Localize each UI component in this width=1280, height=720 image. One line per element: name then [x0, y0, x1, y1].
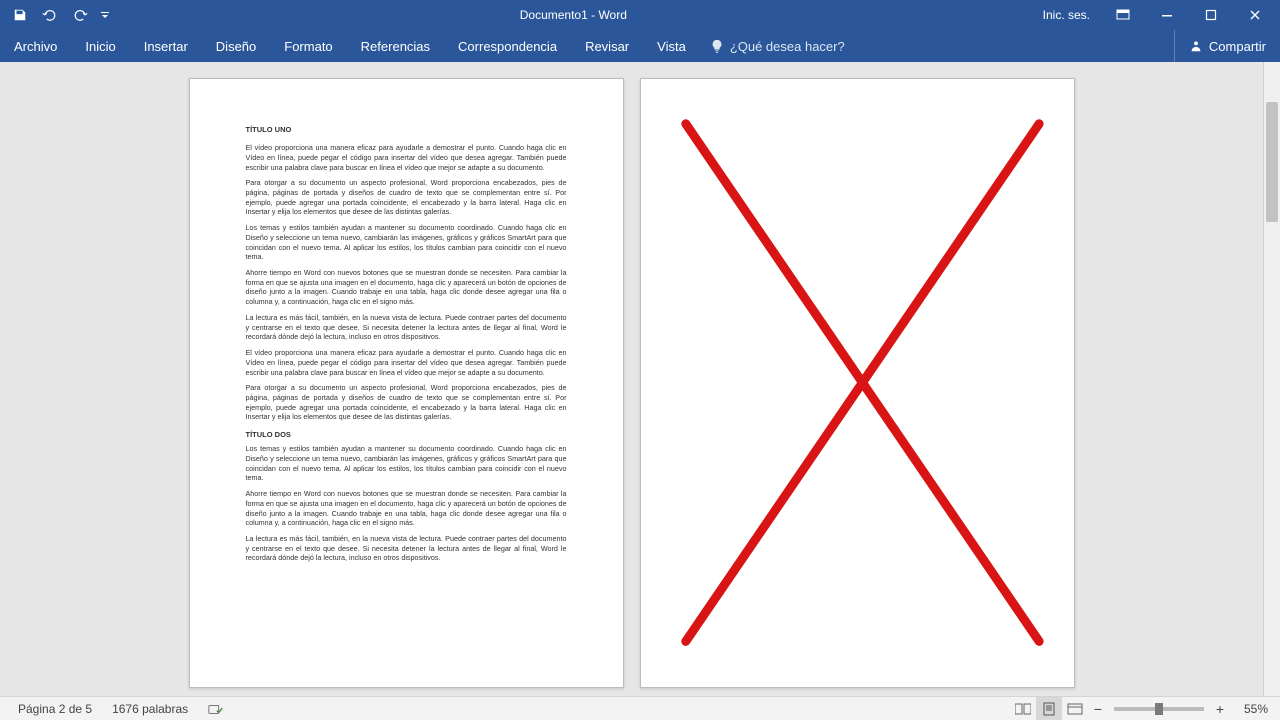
paragraph: Los temas y estilos también ayudan a man… — [246, 444, 567, 483]
zoom-controls: − + 55% — [1088, 701, 1272, 717]
document-page-1[interactable]: TÍTULO UNO El vídeo proporciona una mane… — [189, 78, 624, 688]
window-maximize-button[interactable] — [1190, 1, 1232, 29]
vertical-scrollbar[interactable] — [1263, 62, 1280, 696]
zoom-out-button[interactable]: − — [1088, 701, 1108, 717]
print-layout-button[interactable] — [1036, 697, 1062, 720]
document-workspace: TÍTULO UNO El vídeo proporciona una mane… — [0, 62, 1280, 696]
tab-vista[interactable]: Vista — [643, 30, 700, 62]
read-mode-button[interactable] — [1010, 697, 1036, 720]
ribbon-tabs: Archivo Inicio Insertar Diseño Formato R… — [0, 30, 1280, 62]
zoom-slider-thumb[interactable] — [1155, 703, 1163, 715]
tab-inicio[interactable]: Inicio — [71, 30, 129, 62]
tab-correspondencia[interactable]: Correspondencia — [444, 30, 571, 62]
signin-link[interactable]: Inic. ses. — [1033, 1, 1100, 29]
status-bar: Página 2 de 5 1676 palabras − + 55% — [0, 696, 1280, 720]
redo-button[interactable] — [66, 1, 94, 29]
paragraph: La lectura es más fácil, también, en la … — [246, 313, 567, 342]
ribbon-display-options-button[interactable] — [1102, 1, 1144, 29]
window-title: Documento1 - Word — [114, 8, 1033, 22]
paragraph: El vídeo proporciona una manera eficaz p… — [246, 143, 567, 172]
share-label: Compartir — [1209, 39, 1266, 54]
tab-revisar[interactable]: Revisar — [571, 30, 643, 62]
paragraph: Los temas y estilos también ayudan a man… — [246, 223, 567, 262]
zoom-in-button[interactable]: + — [1210, 701, 1230, 717]
share-icon — [1189, 39, 1203, 53]
tab-archivo[interactable]: Archivo — [0, 30, 71, 62]
qat-customize-button[interactable] — [96, 1, 114, 29]
spellcheck-status[interactable] — [198, 697, 234, 720]
paragraph: Para otorgar a su documento un aspecto p… — [246, 178, 567, 217]
zoom-level-label[interactable]: 55% — [1232, 702, 1272, 716]
web-layout-button[interactable] — [1062, 697, 1088, 720]
paragraph: Ahorre tiempo en Word con nuevos botones… — [246, 268, 567, 307]
word-count-status[interactable]: 1676 palabras — [102, 697, 198, 720]
red-x-annotation — [641, 79, 1074, 686]
titlebar: Documento1 - Word Inic. ses. — [0, 0, 1280, 30]
tab-diseno[interactable]: Diseño — [202, 30, 270, 62]
document-page-2[interactable] — [640, 78, 1075, 688]
page-content: TÍTULO UNO El vídeo proporciona una mane… — [246, 125, 567, 641]
window-minimize-button[interactable] — [1146, 1, 1188, 29]
tab-referencias[interactable]: Referencias — [347, 30, 444, 62]
lightbulb-icon — [710, 39, 724, 53]
scrollbar-thumb[interactable] — [1266, 102, 1278, 222]
tell-me-placeholder: ¿Qué desea hacer? — [730, 39, 845, 54]
paragraph: Ahorre tiempo en Word con nuevos botones… — [246, 489, 567, 528]
paragraph: La lectura es más fácil, también, en la … — [246, 534, 567, 563]
quick-access-toolbar — [0, 1, 114, 29]
tab-insertar[interactable]: Insertar — [130, 30, 202, 62]
tab-formato[interactable]: Formato — [270, 30, 346, 62]
window-close-button[interactable] — [1234, 1, 1276, 29]
heading-1: TÍTULO UNO — [246, 125, 567, 135]
tell-me-search[interactable]: ¿Qué desea hacer? — [700, 30, 855, 62]
share-button[interactable]: Compartir — [1174, 30, 1280, 62]
save-button[interactable] — [6, 1, 34, 29]
page-number-status[interactable]: Página 2 de 5 — [8, 697, 102, 720]
paragraph: Para otorgar a su documento un aspecto p… — [246, 383, 567, 422]
zoom-slider[interactable] — [1114, 707, 1204, 711]
paragraph: El vídeo proporciona una manera eficaz p… — [246, 348, 567, 377]
heading-2: TÍTULO DOS — [246, 430, 567, 440]
undo-button[interactable] — [36, 1, 64, 29]
